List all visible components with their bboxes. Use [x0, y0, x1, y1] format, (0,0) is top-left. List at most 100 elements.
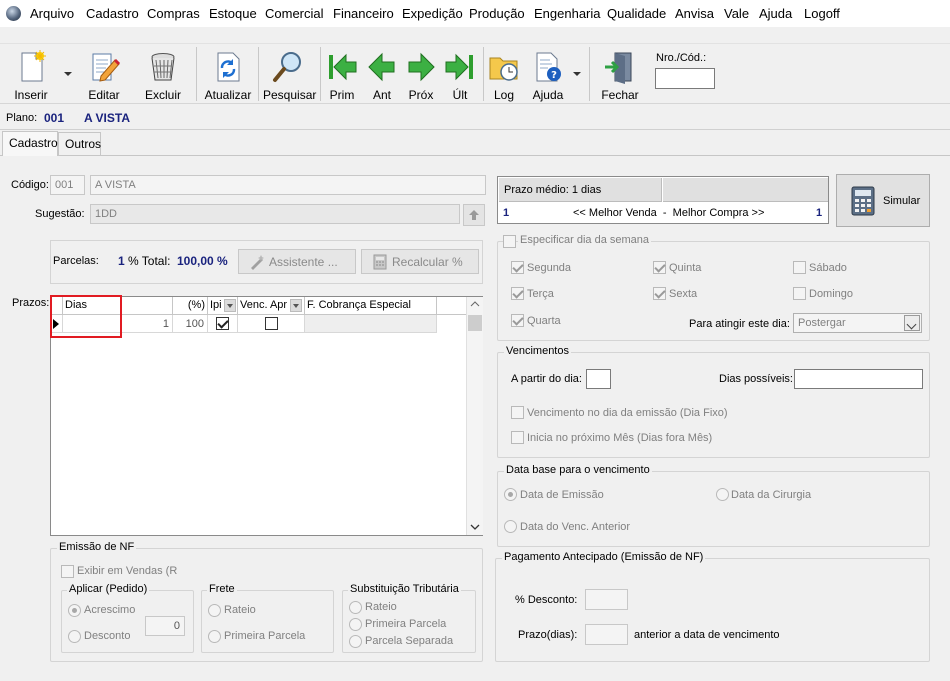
pesquisar-button[interactable]: Pesquisar — [263, 48, 316, 102]
menu-arquivo[interactable]: Arquivo — [30, 6, 74, 21]
app-logo-icon — [6, 6, 21, 21]
sexta-label: Sexta — [669, 288, 698, 300]
chevron-down-icon[interactable] — [904, 315, 920, 331]
dia-semana-title: Especificar dia da semana — [518, 234, 652, 246]
menu-compras[interactable]: Compras — [147, 6, 200, 21]
inserir-button[interactable]: Inserir — [8, 48, 54, 102]
acrescimo-radio[interactable] — [68, 604, 81, 617]
cell-pct[interactable]: 100 — [173, 315, 208, 333]
inserir-dropdown-icon[interactable] — [64, 72, 72, 76]
st-separada-label: Parcela Separada — [365, 635, 454, 647]
grid-header-cobranca[interactable]: F. Cobrança Especial — [305, 297, 437, 315]
aplicar-title: Aplicar (Pedido) — [67, 583, 150, 595]
fora-mes-checkbox[interactable] — [511, 431, 524, 444]
ipi-checkbox[interactable] — [216, 317, 229, 330]
grid-header-pct[interactable]: (%) — [173, 297, 208, 315]
trash-icon — [151, 53, 175, 81]
desconto-radio[interactable] — [68, 630, 81, 643]
data-cirurgia-radio[interactable] — [716, 488, 729, 501]
ant-button[interactable]: Ant — [366, 48, 398, 102]
sabado-checkbox[interactable] — [793, 261, 806, 274]
aplicar-valor-field[interactable]: 0 — [145, 616, 185, 636]
editar-button[interactable]: Editar — [82, 48, 126, 102]
dia-fixo-checkbox[interactable] — [511, 406, 524, 419]
frete-title: Frete — [207, 583, 237, 595]
menu-cadastro[interactable]: Cadastro — [86, 6, 139, 21]
quinta-checkbox[interactable] — [653, 261, 666, 274]
menu-producao[interactable]: Produção — [469, 6, 525, 21]
atualizar-button[interactable]: Atualizar — [204, 48, 252, 102]
scroll-down-icon[interactable] — [470, 523, 480, 531]
tab-outros[interactable]: Outros — [58, 132, 101, 155]
menu-qualidade[interactable]: Qualidade — [607, 6, 666, 21]
ajuda-button[interactable]: ? Ajuda — [528, 48, 568, 102]
cell-cobranca[interactable] — [305, 315, 437, 333]
venc-checkbox[interactable] — [265, 317, 278, 330]
st-separada-radio[interactable] — [349, 635, 362, 648]
segunda-checkbox[interactable] — [511, 261, 524, 274]
terca-checkbox[interactable] — [511, 287, 524, 300]
menu-anvisa[interactable]: Anvisa — [675, 6, 714, 21]
melhor-compra-value: 1 — [816, 207, 823, 219]
exibir-vendas-checkbox[interactable] — [61, 565, 74, 578]
cell-venc[interactable] — [238, 315, 305, 333]
toolbar-spacer — [0, 27, 950, 44]
cell-ipi[interactable] — [208, 315, 238, 333]
quarta-checkbox[interactable] — [511, 314, 524, 327]
ipi-filter-dropdown-icon[interactable] — [224, 299, 236, 312]
vencimentos-title: Vencimentos — [504, 345, 571, 357]
st-primeira-radio[interactable] — [349, 618, 362, 631]
scroll-up-icon[interactable] — [470, 300, 480, 308]
ajuda-dropdown-icon[interactable] — [573, 72, 581, 76]
st-rateio-radio[interactable] — [349, 601, 362, 614]
menu-engenharia[interactable]: Engenharia — [534, 6, 601, 21]
a-partir-input[interactable] — [586, 369, 611, 389]
pag-desconto-input[interactable] — [585, 589, 628, 610]
sugestao-apply-button[interactable] — [463, 204, 485, 226]
venc-filter-dropdown-icon[interactable] — [290, 299, 302, 312]
new-document-icon — [21, 50, 46, 82]
codigo-field[interactable]: 001 — [50, 175, 85, 195]
first-record-icon — [329, 53, 357, 81]
menu-vale[interactable]: Vale — [724, 6, 749, 21]
menu-estoque[interactable]: Estoque — [209, 6, 257, 21]
pag-prazo-input[interactable] — [585, 624, 628, 645]
grid-scrollbar[interactable] — [466, 297, 483, 535]
excluir-button[interactable]: Excluir — [140, 48, 186, 102]
data-emissao-radio[interactable] — [504, 488, 517, 501]
simular-button[interactable]: Simular — [836, 174, 930, 227]
sexta-checkbox[interactable] — [653, 287, 666, 300]
prazo-medio-box: Prazo médio: 1 dias 1 << Melhor Venda - … — [497, 176, 829, 224]
especificar-dia-checkbox[interactable] — [503, 235, 516, 248]
menu-ajuda[interactable]: Ajuda — [759, 6, 792, 21]
menu-comercial[interactable]: Comercial — [265, 6, 324, 21]
scroll-thumb[interactable] — [468, 315, 482, 331]
recalcular-button[interactable]: Recalcular % — [361, 249, 479, 274]
ultimo-button[interactable]: Últ — [443, 48, 477, 102]
descricao-field[interactable]: A VISTA — [90, 175, 486, 195]
menu-logoff[interactable]: Logoff — [804, 6, 840, 21]
proximo-button[interactable]: Próx — [404, 48, 438, 102]
tab-cadastro[interactable]: Cadastro — [2, 131, 58, 156]
parcelas-label: Parcelas: — [53, 255, 99, 267]
data-venc-anterior-label: Data do Venc. Anterior — [520, 521, 631, 533]
frete-rateio-radio[interactable] — [208, 604, 221, 617]
fechar-button[interactable]: Fechar — [600, 48, 640, 102]
nro-cod-input[interactable] — [655, 68, 715, 89]
atingir-select[interactable]: Postergar — [793, 313, 922, 333]
frete-primeira-radio[interactable] — [208, 630, 221, 643]
grid-header-venc-label: Venc. Apr — [240, 299, 288, 311]
menu-financeiro[interactable]: Financeiro — [333, 6, 394, 21]
domingo-checkbox[interactable] — [793, 287, 806, 300]
desconto-label: Desconto — [84, 630, 131, 642]
toolbar: Inserir Editar Excluir Atualizar Pesquis… — [0, 44, 950, 104]
edit-icon — [92, 53, 121, 82]
dias-possiveis-input[interactable] — [794, 369, 923, 389]
menu-expedicao[interactable]: Expedição — [402, 6, 463, 21]
exit-door-icon — [605, 52, 632, 84]
data-venc-anterior-radio[interactable] — [504, 520, 517, 533]
prim-button[interactable]: Prim — [325, 48, 359, 102]
grid-header-empty — [437, 297, 467, 315]
log-button[interactable]: Log — [487, 48, 521, 102]
assistente-button[interactable]: Assistente ... — [238, 249, 356, 274]
